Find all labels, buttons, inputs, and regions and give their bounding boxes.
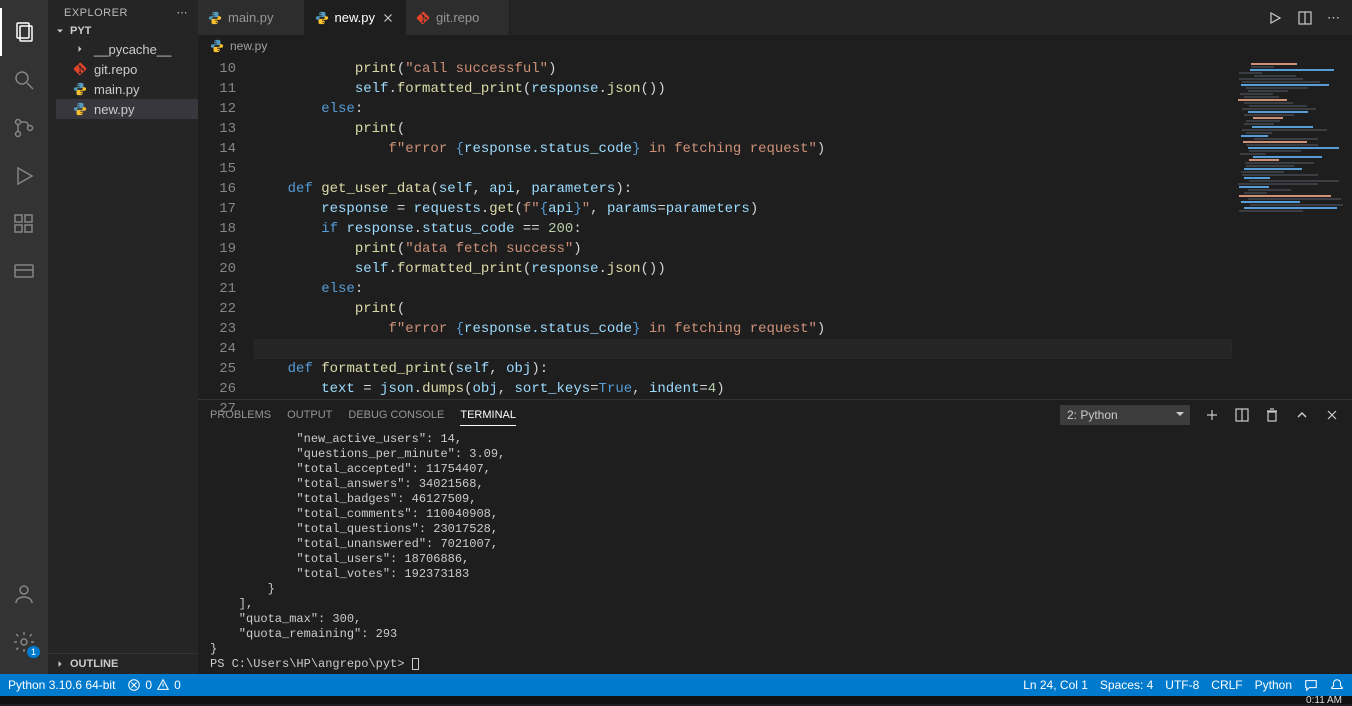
file-tree-item-label: main.py xyxy=(94,82,140,97)
status-notifications-icon[interactable] xyxy=(1330,678,1344,692)
file-tree-item-label: new.py xyxy=(94,102,134,117)
new-terminal-icon[interactable] xyxy=(1204,407,1220,423)
editor-tab-label: new.py xyxy=(335,10,375,25)
explorer-activity-icon[interactable] xyxy=(0,8,48,56)
status-problems[interactable]: 0 0 xyxy=(127,678,180,692)
status-indentation[interactable]: Spaces: 4 xyxy=(1100,678,1153,692)
settings-activity-icon[interactable]: 1 xyxy=(0,618,48,666)
terminal-prompt: PS C:\Users\HP\angrepo\pyt> xyxy=(210,657,412,671)
breadcrumbs[interactable]: new.py xyxy=(198,35,1352,57)
editor-body[interactable]: 101112131415161718192021222324252627 pri… xyxy=(198,57,1352,399)
status-feedback-icon[interactable] xyxy=(1304,678,1318,692)
run-icon[interactable] xyxy=(1267,10,1283,26)
panel-tab[interactable]: OUTPUT xyxy=(287,405,332,426)
status-interpreter[interactable]: Python 3.10.6 64-bit xyxy=(8,678,115,692)
code-content[interactable]: print("call successful") self.formatted_… xyxy=(254,57,1232,399)
status-errors-count: 0 xyxy=(145,678,152,692)
close-tab-icon[interactable] xyxy=(381,11,395,25)
file-tree-item-label: git.repo xyxy=(94,62,137,77)
kill-terminal-icon[interactable] xyxy=(1264,407,1280,423)
terminal-output[interactable]: "new_active_users": 14, "questions_per_m… xyxy=(198,430,1352,674)
line-gutter: 101112131415161718192021222324252627 xyxy=(198,57,254,399)
minimap[interactable] xyxy=(1232,57,1352,399)
editor-area: main.py new.py git.repo ⋯ new.py 101112131… xyxy=(198,0,1352,674)
editor-tab[interactable]: new.py xyxy=(305,0,406,35)
maximize-panel-icon[interactable] xyxy=(1294,407,1310,423)
folder-header[interactable]: PYT xyxy=(48,23,198,39)
file-tree-item[interactable]: __pycache__ xyxy=(56,39,198,59)
outline-label: OUTLINE xyxy=(70,658,118,670)
outline-section[interactable]: OUTLINE xyxy=(48,653,198,674)
explorer-sidebar: EXPLORER ⋯ PYT __pycache__ git.repo main.p… xyxy=(48,0,198,674)
status-encoding[interactable]: UTF-8 xyxy=(1165,678,1199,692)
close-panel-icon[interactable] xyxy=(1324,407,1340,423)
status-language[interactable]: Python xyxy=(1255,678,1292,692)
panel-tab[interactable]: TERMINAL xyxy=(460,405,516,426)
editor-tab-label: git.repo xyxy=(436,10,479,25)
editor-tab-label: main.py xyxy=(228,10,274,25)
folder-name: PYT xyxy=(70,25,91,37)
os-taskbar: 0:11 AM xyxy=(0,696,1352,704)
remote-activity-icon[interactable] xyxy=(0,248,48,296)
terminal-cursor xyxy=(412,658,419,670)
status-bar: Python 3.10.6 64-bit 0 0 Ln 24, Col 1 Sp… xyxy=(0,674,1352,696)
file-tree-item[interactable]: new.py xyxy=(56,99,198,119)
split-terminal-icon[interactable] xyxy=(1234,407,1250,423)
file-tree-item[interactable]: git.repo xyxy=(56,59,198,79)
breadcrumb-file: new.py xyxy=(230,39,267,53)
explorer-title: EXPLORER xyxy=(64,7,128,19)
panel-tabs: PROBLEMSOUTPUTDEBUG CONSOLETERMINAL 2: P… xyxy=(198,400,1352,430)
status-warnings-count: 0 xyxy=(174,678,181,692)
explorer-more-icon[interactable]: ⋯ xyxy=(177,6,189,19)
file-tree-item[interactable]: main.py xyxy=(56,79,198,99)
status-cursor-position[interactable]: Ln 24, Col 1 xyxy=(1023,678,1088,692)
source-control-activity-icon[interactable] xyxy=(0,104,48,152)
accounts-activity-icon[interactable] xyxy=(0,570,48,618)
python-file-icon xyxy=(210,39,224,53)
editor-tab[interactable]: git.repo xyxy=(406,0,510,35)
settings-badge: 1 xyxy=(27,646,40,658)
more-actions-icon[interactable]: ⋯ xyxy=(1327,10,1340,26)
panel-tab[interactable]: DEBUG CONSOLE xyxy=(348,405,444,426)
run-debug-activity-icon[interactable] xyxy=(0,152,48,200)
status-eol[interactable]: CRLF xyxy=(1211,678,1242,692)
terminal-select[interactable]: 2: Python xyxy=(1060,405,1190,425)
editor-tab[interactable]: main.py xyxy=(198,0,305,35)
file-tree-item-label: __pycache__ xyxy=(94,42,171,57)
tab-bar: main.py new.py git.repo ⋯ xyxy=(198,0,1352,35)
activity-bar: 1 xyxy=(0,0,48,674)
file-tree: __pycache__ git.repo main.py new.py xyxy=(48,39,198,119)
search-activity-icon[interactable] xyxy=(0,56,48,104)
split-editor-icon[interactable] xyxy=(1297,10,1313,26)
bottom-panel: PROBLEMSOUTPUTDEBUG CONSOLETERMINAL 2: P… xyxy=(198,399,1352,674)
extensions-activity-icon[interactable] xyxy=(0,200,48,248)
